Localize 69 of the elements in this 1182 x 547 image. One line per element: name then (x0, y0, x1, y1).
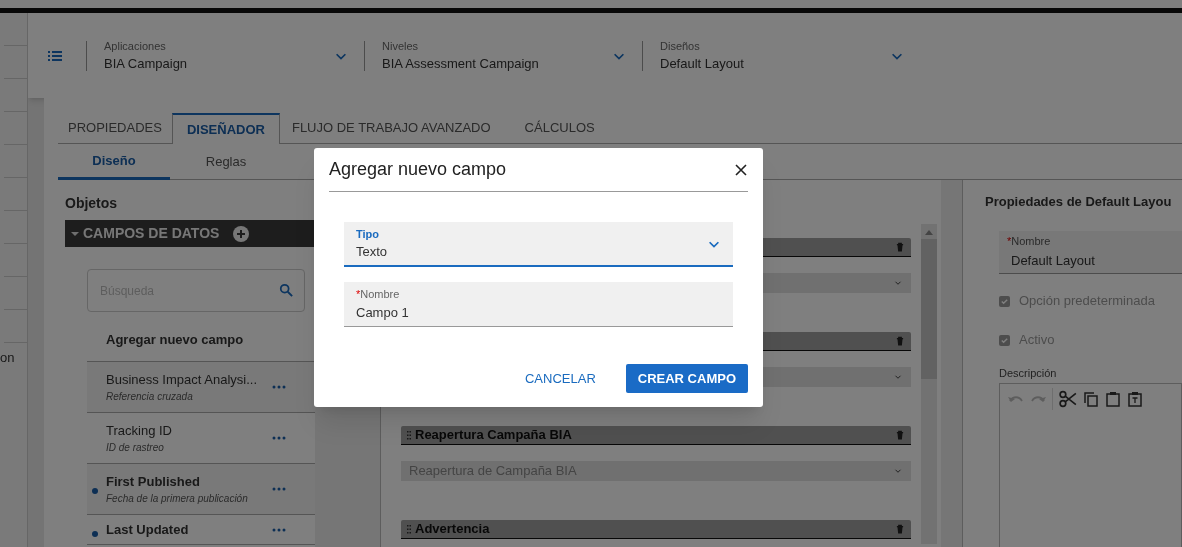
close-icon[interactable] (735, 163, 747, 176)
text-field[interactable]: *Nombre Campo 1 (344, 282, 733, 327)
undo-icon[interactable] (1008, 394, 1024, 404)
section-header[interactable]: CAMPOS DE DATOS (65, 220, 315, 247)
selector-dropdown[interactable]: Diseños Default Layout (643, 30, 920, 81)
tab[interactable]: PROPIEDADES (58, 112, 172, 143)
list-icon (48, 49, 62, 62)
more-icon (272, 436, 286, 440)
tab[interactable]: FLUJO DE TRABAJO AVANZADO (279, 112, 503, 143)
caret-down-icon (71, 229, 79, 238)
checkbox[interactable] (999, 334, 1010, 346)
tab[interactable]: CÁLCULOS (502, 112, 617, 143)
selector-label: Niveles (382, 38, 420, 54)
field-name: Last Updated (106, 520, 190, 539)
create-button[interactable]: CREAR CAMPO (625, 364, 748, 393)
selector-dropdown[interactable]: Niveles BIA Assessment Campaign (365, 30, 642, 81)
section-title: CAMPOS DE DATOS (83, 224, 220, 243)
field-name: First Published (106, 472, 201, 491)
field-label: Tipo (356, 226, 380, 242)
scissors-icon[interactable] (1059, 390, 1077, 408)
clipboard-icon[interactable] (1105, 391, 1121, 407)
selector-label: Aplicaciones (104, 38, 167, 54)
more-icon (272, 385, 286, 389)
clipboard-icon[interactable] (1127, 391, 1143, 407)
subtab[interactable]: Reglas (170, 144, 282, 179)
field-value: Default Layout (1010, 252, 1096, 270)
more-icon (272, 527, 286, 532)
scrollbar[interactable] (921, 224, 937, 544)
copy-icon[interactable] (1083, 391, 1099, 407)
selector-value: BIA Campaign (104, 55, 189, 73)
section-header-bar[interactable]: Advertencia (401, 520, 911, 539)
selector-value: BIA Assessment Campaign (382, 55, 540, 73)
selector-label: Diseños (660, 38, 701, 54)
selector-dropdown[interactable]: Aplicaciones BIA Campaign (87, 30, 364, 81)
dialog-title: Agregar nuevo campo (329, 158, 508, 181)
add-field-link[interactable]: Agregar nuevo campo (106, 329, 244, 350)
field-type: Referencia cruzada (106, 390, 194, 405)
field-label: *Nombre (1007, 233, 1052, 249)
section-header-bar[interactable]: Reapertura Campaña BIA (401, 426, 911, 445)
section-title: Advertencia (415, 520, 491, 539)
cancel-button[interactable]: CANCELAR (512, 364, 608, 393)
name-field[interactable]: *Nombre Default Layout (999, 230, 1182, 274)
trash-icon (895, 335, 905, 347)
arrow-up-icon (925, 229, 933, 235)
plus-circle-icon (233, 225, 250, 242)
search-icon (279, 283, 293, 297)
field-row[interactable]: Business Impact Analysi... Referencia cruzada (87, 362, 315, 413)
trash-icon (895, 241, 905, 253)
field-type: Fecha de la primera publicación (106, 492, 249, 507)
field-label: *Nombre (356, 287, 401, 302)
field-name: Tracking ID (106, 421, 173, 440)
panel-title: Objetos (65, 194, 119, 213)
field-row[interactable]: First Published Fecha de la primera publicación (87, 464, 315, 515)
select-field[interactable]: Tipo Texto (344, 222, 733, 267)
section-title: Reapertura Campaña BIA (415, 426, 573, 445)
selector-value: Default Layout (660, 55, 745, 73)
field-label: Descripción (999, 365, 1058, 381)
trash-icon (895, 429, 905, 441)
field-value: Texto (356, 243, 389, 261)
panel-title: Propiedades de Default Layou (985, 193, 1173, 211)
field-value: Campo 1 (356, 303, 410, 322)
more-icon (272, 487, 286, 491)
tab[interactable]: DISEÑADOR (171, 113, 280, 144)
checkbox[interactable] (999, 295, 1010, 307)
redo-icon[interactable] (1030, 394, 1046, 404)
trash-icon (895, 523, 905, 535)
subtab[interactable]: Diseño (58, 144, 170, 180)
field-type: ID de rastreo (106, 441, 165, 456)
field-name: Business Impact Analysi... (106, 370, 258, 389)
